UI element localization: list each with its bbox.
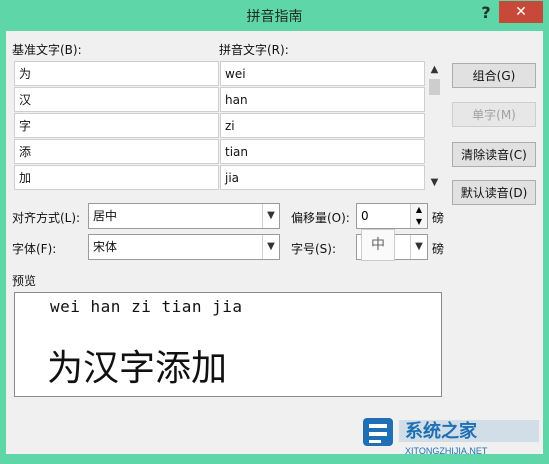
spin-down-icon[interactable]: ▼ [410, 216, 427, 228]
dialog-client: 基准文字(B): 拼音文字(R): 为 wei 汉 han 字 zi 添 tia… [6, 31, 543, 454]
preview-label: 预览 [12, 274, 37, 288]
scroll-up-icon[interactable]: ▲ [426, 61, 443, 78]
watermark-url: XITONGZHIJIA.NET [405, 446, 488, 456]
alignment-label: 对齐方式(L): [12, 211, 81, 225]
grid-scrollbar[interactable]: ▲ ▼ [426, 61, 443, 191]
scroll-down-icon[interactable]: ▼ [426, 174, 443, 191]
mono-button[interactable]: 单字(M) [452, 102, 536, 127]
preview-base-text: 为汉字添加 [47, 348, 228, 389]
size-unit: 磅 [432, 242, 445, 256]
base-cell[interactable]: 加 [14, 165, 219, 190]
size-label: 字号(S): [291, 242, 337, 256]
base-cell[interactable]: 汉 [14, 87, 219, 112]
ruby-cell[interactable]: zi [220, 113, 425, 138]
ruby-cell[interactable]: han [220, 87, 425, 112]
watermark-icon: 系统之家 XITONGZHIJIA.NET [363, 418, 539, 456]
base-cell[interactable]: 字 [14, 113, 219, 138]
alignment-select[interactable]: 居中 ▼ [88, 203, 280, 229]
close-button[interactable]: ✕ [499, 1, 543, 23]
offset-spinner[interactable]: 0 ▲ ▼ [356, 203, 428, 229]
offset-value[interactable]: 0 [361, 209, 369, 223]
ruby-text-label: 拼音文字(R): [219, 43, 289, 57]
chevron-down-icon[interactable]: ▼ [410, 235, 427, 259]
spin-up-icon[interactable]: ▲ [410, 204, 427, 216]
group-button[interactable]: 组合(G) [452, 63, 536, 88]
watermark-logo: 系统之家 XITONGZHIJIA.NET [359, 410, 549, 460]
ruby-cell[interactable]: jia [220, 165, 425, 190]
watermark-brand: 系统之家 [405, 420, 478, 441]
ime-indicator: 中 [361, 229, 395, 261]
offset-label: 偏移量(O): [291, 211, 350, 225]
alignment-value: 居中 [93, 209, 118, 223]
window-title: 拼音指南 [246, 9, 303, 25]
chevron-down-icon[interactable]: ▼ [262, 235, 279, 259]
base-text-label: 基准文字(B): [12, 43, 82, 57]
default-reading-button[interactable]: 默认读音(D) [452, 180, 536, 205]
clear-reading-button[interactable]: 清除读音(C) [452, 142, 536, 167]
scroll-thumb[interactable] [429, 79, 440, 95]
preview-pane: wei han zi tian jia 为汉字添加 [14, 292, 442, 397]
title-bar: 拼音指南 ? ✕ [0, 0, 549, 31]
base-cell[interactable]: 为 [14, 61, 219, 86]
ruby-cell[interactable]: wei [220, 61, 425, 86]
ruby-cell[interactable]: tian [220, 139, 425, 164]
help-button[interactable]: ? [475, 2, 497, 24]
offset-unit: 磅 [432, 211, 445, 225]
font-select[interactable]: 宋体 ▼ [88, 234, 280, 260]
preview-pinyin: wei han zi tian jia [50, 297, 243, 316]
font-label: 字体(F): [12, 242, 57, 256]
font-value: 宋体 [93, 240, 118, 254]
base-cell[interactable]: 添 [14, 139, 219, 164]
chevron-down-icon[interactable]: ▼ [262, 204, 279, 228]
